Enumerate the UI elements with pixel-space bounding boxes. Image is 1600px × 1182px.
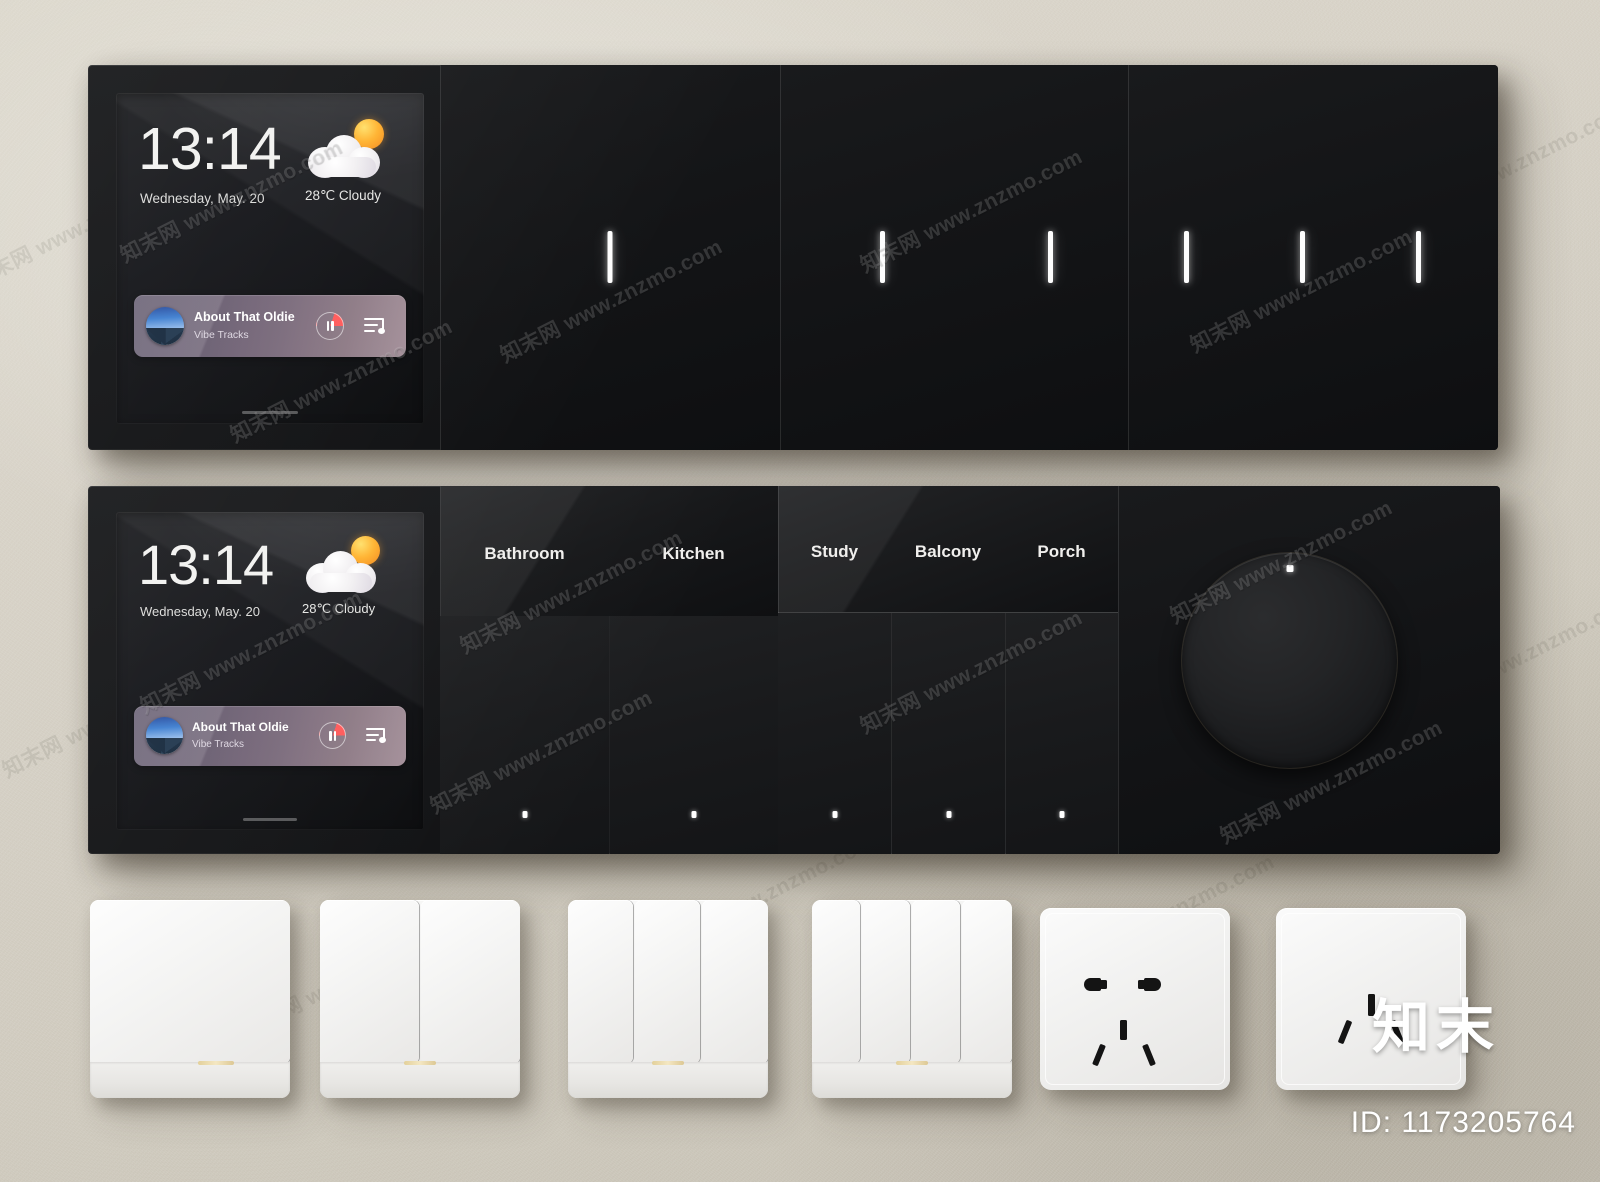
pause-icon[interactable] <box>316 312 344 340</box>
socket-hole-ground <box>1368 994 1375 1016</box>
rocker-3[interactable] <box>912 900 960 1064</box>
knob-ring <box>1182 553 1397 768</box>
room-label-porch[interactable]: Porch <box>1005 542 1118 562</box>
panel1-three-gang-module[interactable] <box>1128 65 1498 450</box>
one-gang-switch[interactable] <box>90 900 290 1098</box>
led-dot <box>946 811 951 818</box>
four-gang-switch[interactable] <box>812 900 1012 1098</box>
module-divider <box>1128 65 1129 450</box>
switch-base <box>812 1062 1012 1098</box>
music-widget[interactable]: About That Oldie Vibe Tracks <box>134 706 406 766</box>
room-group-bathroom-kitchen[interactable]: Bathroom Kitchen <box>440 486 778 854</box>
led-indicator <box>1416 231 1421 283</box>
five-hole-socket[interactable] <box>1040 908 1230 1090</box>
home-indicator <box>243 817 297 821</box>
rocker-2[interactable] <box>635 900 700 1064</box>
track-artist: Vibe Tracks <box>192 739 245 750</box>
smart-panel-row-1[interactable]: 13:14 Wednesday, May. 20 28℃ Cloudy Abou… <box>88 65 1498 450</box>
rocker-1[interactable] <box>568 900 633 1064</box>
led-indicator <box>1048 231 1053 283</box>
sun-behind-cloud-icon <box>306 536 386 596</box>
weather-text: 28℃ Cloudy <box>305 188 381 203</box>
track-title: About That Oldie <box>192 720 289 734</box>
track-artist: Vibe Tracks <box>194 329 249 341</box>
music-widget[interactable]: About That Oldie Vibe Tracks <box>134 295 406 357</box>
room-label-balcony[interactable]: Balcony <box>891 542 1005 562</box>
rocker-2[interactable] <box>862 900 910 1064</box>
led-dot <box>832 811 837 818</box>
socket-hole-left-2pin <box>1084 978 1101 991</box>
sub-button-bathroom[interactable] <box>440 616 609 854</box>
clock-time: 13:14 <box>138 533 274 596</box>
rocker-1[interactable] <box>90 900 290 1064</box>
rocker-4[interactable] <box>962 900 1012 1064</box>
room-label-bathroom[interactable]: Bathroom <box>440 544 609 564</box>
gold-accent <box>896 1061 928 1065</box>
room-group-study-balcony-porch[interactable]: Study Balcony Porch <box>778 486 1118 854</box>
rotary-dimmer-knob[interactable] <box>1182 553 1397 768</box>
panel2-display[interactable]: 13:14 Wednesday, May. 20 28℃ Cloudy Abou… <box>116 512 424 830</box>
panel1-screen-module[interactable]: 13:14 Wednesday, May. 20 28℃ Cloudy Abou… <box>88 65 440 450</box>
home-indicator <box>242 410 298 414</box>
socket-inner-bezel <box>1045 913 1225 1085</box>
panel2-screen-module[interactable]: 13:14 Wednesday, May. 20 28℃ Cloudy Abou… <box>88 486 440 854</box>
led-dot <box>691 811 697 818</box>
led-indicator <box>1300 231 1305 283</box>
rocker-1[interactable] <box>812 900 860 1064</box>
sub-button-porch[interactable] <box>1006 613 1118 854</box>
socket-hole-left-2pin-stem <box>1100 980 1107 989</box>
sun-behind-cloud-icon <box>308 119 390 181</box>
three-gang-switch[interactable] <box>568 900 768 1098</box>
knob-position-dot <box>1286 565 1293 572</box>
rocker-1[interactable] <box>320 900 419 1064</box>
sub-button-kitchen[interactable] <box>610 616 778 854</box>
smart-panel-row-2[interactable]: 13:14 Wednesday, May. 20 28℃ Cloudy Abou… <box>88 486 1500 854</box>
socket-hole-right-2pin <box>1144 978 1161 991</box>
socket-hole-ground <box>1120 1020 1127 1040</box>
gold-accent <box>652 1061 684 1065</box>
playlist-icon[interactable] <box>364 316 390 336</box>
room-label-study[interactable]: Study <box>778 542 891 562</box>
gold-accent <box>404 1061 436 1065</box>
module-divider <box>440 65 441 450</box>
panel1-two-gang-module[interactable] <box>780 65 1128 450</box>
led-indicator <box>1184 231 1189 283</box>
led-indicator <box>607 231 613 283</box>
rocker-3[interactable] <box>702 900 768 1064</box>
switch-base <box>90 1062 290 1098</box>
track-title: About That Oldie <box>194 310 295 324</box>
switch-base <box>568 1062 768 1098</box>
three-hole-socket[interactable] <box>1276 908 1466 1090</box>
two-gang-switch[interactable] <box>320 900 520 1098</box>
clock-date: Wednesday, May. 20 <box>140 604 260 619</box>
led-dot <box>522 811 527 818</box>
sub-button-balcony[interactable] <box>892 613 1005 854</box>
album-art <box>146 717 183 754</box>
weather-text: 28℃ Cloudy <box>302 601 376 616</box>
playlist-icon[interactable] <box>366 726 391 745</box>
module-divider <box>780 65 781 450</box>
rocker-2[interactable] <box>421 900 520 1064</box>
sub-button-study[interactable] <box>778 613 891 854</box>
pause-icon[interactable] <box>319 722 346 749</box>
socket-hole-right-2pin-stem <box>1138 980 1145 989</box>
led-dot <box>1059 811 1065 818</box>
panel2-knob-module[interactable] <box>1118 486 1500 854</box>
album-art <box>146 307 184 345</box>
led-indicator <box>880 231 885 283</box>
clock-date: Wednesday, May. 20 <box>140 191 265 206</box>
panel1-display[interactable]: 13:14 Wednesday, May. 20 28℃ Cloudy Abou… <box>116 93 424 424</box>
gold-accent <box>198 1061 234 1065</box>
panel1-one-gang-module[interactable] <box>440 65 780 450</box>
room-label-kitchen[interactable]: Kitchen <box>609 544 778 564</box>
module-face <box>780 65 1128 450</box>
switch-base <box>320 1062 520 1098</box>
module-divider <box>1118 486 1119 854</box>
id-label: ID: 1173205764 <box>1350 1106 1576 1139</box>
clock-time: 13:14 <box>138 116 282 182</box>
